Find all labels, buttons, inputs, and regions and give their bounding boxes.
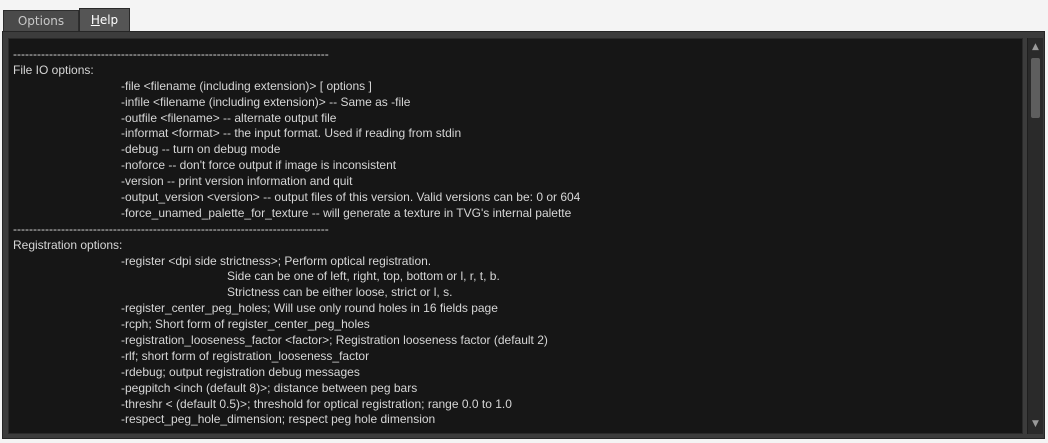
help-line: ----------------------------------------… bbox=[13, 47, 329, 61]
help-window: Options Help ---------------------------… bbox=[0, 0, 1048, 443]
tab-options[interactable]: Options bbox=[3, 10, 79, 32]
help-line: File IO options: bbox=[13, 62, 94, 77]
help-line: -noforce -- don't force output if image … bbox=[121, 158, 397, 173]
tab-help-mnemonic: H bbox=[90, 13, 100, 27]
help-text-area[interactable]: ----------------------------------------… bbox=[8, 38, 1023, 434]
help-line: -respect_peg_hole_dimension; respect peg… bbox=[121, 412, 436, 427]
help-line: Side can be one of left, right, top, bot… bbox=[227, 269, 500, 284]
help-line: ----------------------------------------… bbox=[13, 221, 329, 236]
help-line: -output_version <version> -- output file… bbox=[121, 190, 581, 205]
help-line: -register_center_peg_holes; Will use onl… bbox=[121, 301, 498, 316]
tab-options-label: Options bbox=[17, 14, 65, 28]
tab-help-label: elp bbox=[99, 13, 119, 27]
help-line: -outfile <filename> -- alternate output … bbox=[121, 110, 337, 125]
help-line: -rcph; Short form of register_center_peg… bbox=[121, 317, 370, 332]
help-line: -infile <filename (including extension)>… bbox=[121, 94, 411, 109]
help-line: -register <dpi side strictness>; Perform… bbox=[121, 253, 432, 268]
scroll-up-icon[interactable]: ▲ bbox=[1028, 40, 1043, 55]
help-line: -version -- print version information an… bbox=[121, 174, 353, 189]
help-line: Strictness can be either loose, strict o… bbox=[227, 285, 453, 300]
help-line: -debug -- turn on debug mode bbox=[121, 142, 281, 157]
help-line: -file <filename (including extension)> [… bbox=[121, 78, 372, 93]
help-line: -threshr < (default 0.5)>; threshold for… bbox=[121, 396, 512, 411]
help-text-content: ----------------------------------------… bbox=[13, 47, 1018, 428]
help-line: -pegpitch <inch (default 8)>; distance b… bbox=[121, 380, 418, 395]
scrollbar-thumb[interactable] bbox=[1031, 58, 1040, 118]
tab-bar: Options Help bbox=[0, 0, 1048, 32]
tab-help[interactable]: Help bbox=[79, 8, 130, 32]
help-line: -rdebug; output registration debug messa… bbox=[121, 364, 360, 379]
help-line: -rlf; short form of registration_loosene… bbox=[121, 348, 370, 363]
help-line: -registration_looseness_factor <factor>;… bbox=[121, 333, 548, 348]
help-line: -force_unamed_palette_for_texture -- wil… bbox=[121, 205, 572, 220]
scroll-down-icon[interactable]: ▼ bbox=[1028, 417, 1043, 432]
help-line: -informat <format> -- the input format. … bbox=[121, 126, 462, 141]
vertical-scrollbar[interactable]: ▲ ▼ bbox=[1027, 38, 1043, 434]
help-panel: ----------------------------------------… bbox=[2, 31, 1045, 439]
help-line: Registration options: bbox=[13, 237, 123, 252]
